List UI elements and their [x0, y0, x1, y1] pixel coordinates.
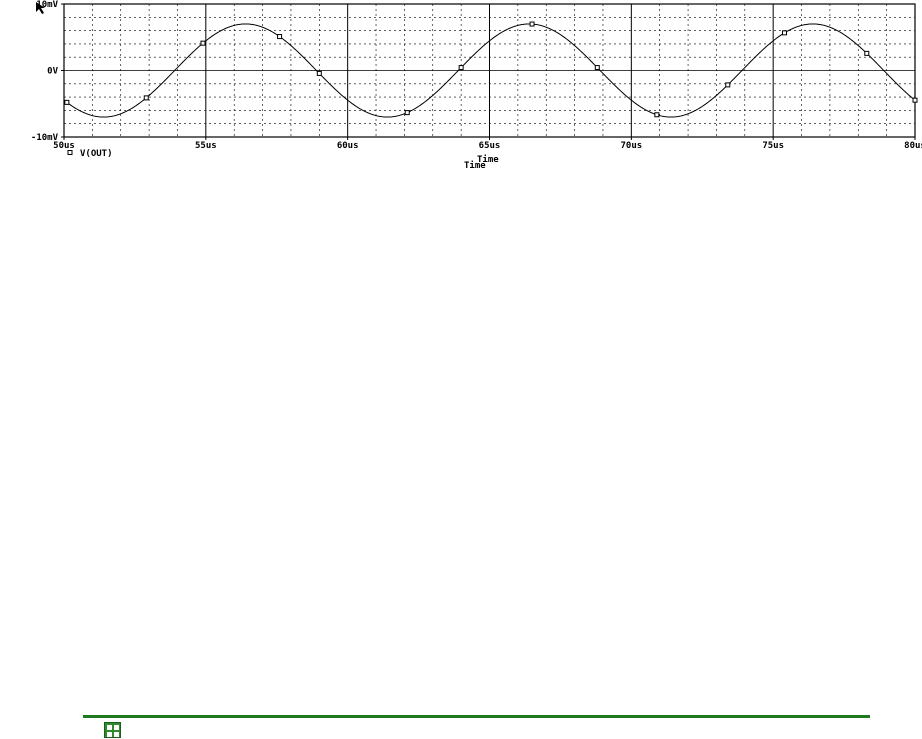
x-tick-label: 55us	[195, 141, 217, 151]
series-marker-v-out	[458, 65, 464, 71]
series-layer	[63, 21, 918, 118]
x-tick-label: 80us	[904, 141, 922, 151]
y-tick-label: 0V	[47, 67, 58, 77]
x-tick-label: 70us	[620, 141, 642, 151]
legend-marker-v-out	[67, 150, 73, 155]
series-marker-v-out	[277, 34, 283, 40]
series-marker-v-out	[864, 50, 870, 56]
axis-layer	[61, 3, 916, 140]
footer-logo-icon	[104, 722, 121, 738]
plot-area: 50us55us60us65us70us75us80us-10mV0V10mV …	[31, 0, 922, 171]
x-tick-label: 65us	[479, 141, 501, 151]
grid-layer	[63, 4, 916, 137]
series-marker-v-out	[200, 40, 206, 46]
y-tick-label: -10mV	[31, 133, 59, 143]
series-marker-v-out	[404, 110, 410, 116]
series-marker-v-out	[594, 65, 600, 71]
series-marker-v-out	[316, 70, 322, 76]
label-layer: 50us55us60us65us70us75us80us-10mV0V10mV	[31, 0, 922, 151]
series-marker-v-out	[654, 112, 660, 118]
x-axis-label-echo: Time	[464, 160, 486, 171]
series-marker-v-out	[782, 30, 788, 36]
series-marker-v-out	[912, 97, 918, 103]
footer-divider	[83, 715, 870, 718]
x-tick-label: 60us	[337, 141, 359, 151]
series-marker-v-out	[529, 21, 535, 27]
x-tick-label: 75us	[762, 141, 784, 151]
legend-label-v-out: V(OUT)	[80, 149, 113, 159]
series-marker-v-out	[143, 95, 149, 101]
series-marker-v-out	[64, 99, 70, 105]
series-marker-v-out	[725, 82, 731, 88]
